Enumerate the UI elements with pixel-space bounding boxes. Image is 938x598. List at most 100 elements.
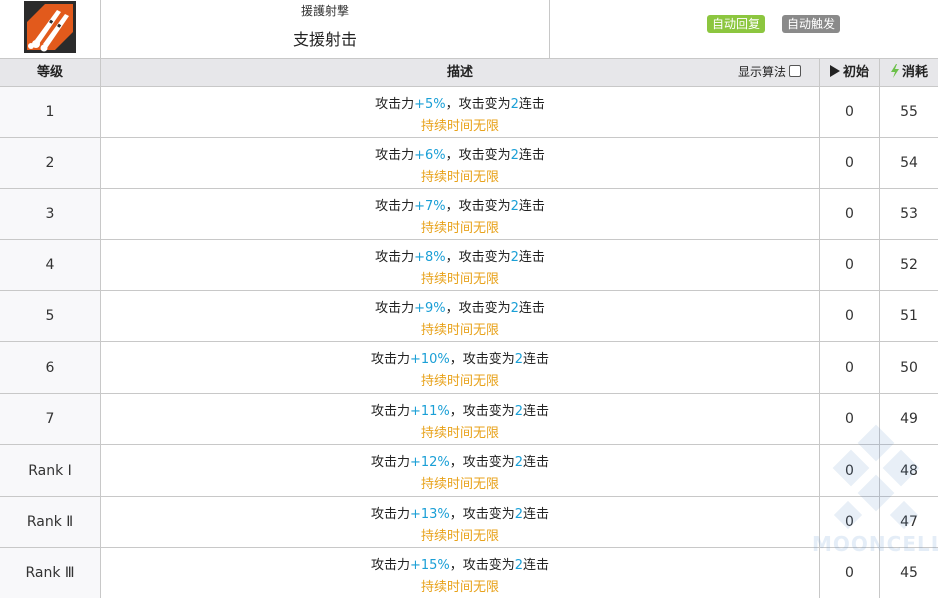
duration-text: 持续时间无限 bbox=[420, 272, 499, 287]
table-row: Rank Ⅲ 攻击力+15%，攻击变为2连击 持续时间无限 0 45 bbox=[0, 548, 938, 598]
skill-name-cell: 援護射撃 支援射击 bbox=[101, 0, 550, 58]
atk-prefix: 攻击力 bbox=[375, 301, 415, 316]
table-row: 5 攻击力+9%，攻击变为2连击 持续时间无限 0 51 bbox=[0, 291, 938, 342]
skill-name-cn: 支援射击 bbox=[292, 30, 357, 49]
duration-text: 持续时间无限 bbox=[420, 529, 499, 544]
hit-suffix: 连击 bbox=[523, 455, 550, 470]
description-cell: 攻击力+15%，攻击变为2连击 持续时间无限 bbox=[101, 548, 820, 598]
hit-suffix: 连击 bbox=[518, 97, 545, 112]
atk-prefix: 攻击力 bbox=[370, 404, 410, 419]
atk-mid: ，攻击变为 bbox=[445, 148, 511, 163]
atk-mid: ，攻击变为 bbox=[449, 455, 515, 470]
table-row: Rank Ⅰ 攻击力+12%，攻击变为2连击 持续时间无限 0 48 bbox=[0, 445, 938, 497]
table-row: 7 攻击力+11%，攻击变为2连击 持续时间无限 0 49 bbox=[0, 394, 938, 445]
initial-sp-cell: 0 bbox=[820, 342, 880, 393]
atk-mid: ，攻击变为 bbox=[449, 507, 515, 522]
column-header-level: 等级 bbox=[0, 59, 101, 86]
table-row: 6 攻击力+10%，攻击变为2连击 持续时间无限 0 50 bbox=[0, 342, 938, 394]
hit-count: 2 bbox=[514, 352, 524, 367]
column-header-description: 描述 bbox=[101, 59, 820, 86]
level-cell: 3 bbox=[0, 189, 101, 239]
play-icon bbox=[829, 65, 840, 77]
level-cell: Rank Ⅲ bbox=[0, 548, 101, 598]
atk-prefix: 攻击力 bbox=[370, 558, 410, 573]
skill-icon-rocket bbox=[24, 1, 76, 53]
hit-suffix: 连击 bbox=[518, 199, 545, 214]
table-row: Rank Ⅱ 攻击力+13%，攻击变为2连击 持续时间无限 0 47 bbox=[0, 497, 938, 548]
atk-value: +8% bbox=[414, 250, 446, 265]
table-row: 4 攻击力+8%，攻击变为2连击 持续时间无限 0 52 bbox=[0, 240, 938, 291]
table-header: 等级 描述 显示算法 初始 消耗 bbox=[0, 59, 938, 87]
atk-value: +5% bbox=[414, 97, 446, 112]
sp-cost-cell: 52 bbox=[900, 257, 918, 273]
atk-prefix: 攻击力 bbox=[375, 250, 415, 265]
level-cell: 6 bbox=[0, 342, 101, 393]
atk-value: +10% bbox=[409, 352, 450, 367]
atk-prefix: 攻击力 bbox=[375, 199, 415, 214]
show-formula-checkbox[interactable] bbox=[789, 65, 802, 77]
table-row: 3 攻击力+7%，攻击变为2连击 持续时间无限 0 53 bbox=[0, 189, 938, 240]
skill-icon-cell bbox=[0, 0, 101, 58]
atk-mid: ，攻击变为 bbox=[449, 404, 515, 419]
atk-mid: ，攻击变为 bbox=[449, 558, 515, 573]
initial-sp-cell: 0 bbox=[820, 291, 880, 341]
duration-text: 持续时间无限 bbox=[420, 426, 499, 441]
initial-sp-cell: 0 bbox=[820, 240, 880, 290]
sp-cost-cell: 54 bbox=[900, 155, 918, 171]
trigger-type-badge: 自动触发 bbox=[782, 15, 841, 33]
description-cell: 攻击力+12%，攻击变为2连击 持续时间无限 bbox=[101, 445, 820, 496]
description-cell: 攻击力+10%，攻击变为2连击 持续时间无限 bbox=[101, 342, 820, 393]
duration-text: 持续时间无限 bbox=[420, 119, 499, 134]
description-cell: 攻击力+13%，攻击变为2连击 持续时间无限 bbox=[101, 497, 820, 547]
level-cell: Rank Ⅱ bbox=[0, 497, 101, 547]
column-header-initial: 初始 bbox=[820, 59, 880, 86]
column-header-initial-label: 初始 bbox=[842, 65, 869, 80]
hit-count: 2 bbox=[510, 250, 519, 265]
table-row: 1 攻击力+5%，攻击变为2连击 持续时间无限 0 55 bbox=[0, 87, 938, 138]
show-formula-label: 显示算法 bbox=[738, 65, 787, 79]
duration-text: 持续时间无限 bbox=[420, 477, 499, 492]
atk-value: +13% bbox=[409, 507, 450, 522]
atk-prefix: 攻击力 bbox=[370, 455, 410, 470]
atk-prefix: 攻击力 bbox=[375, 148, 415, 163]
description-cell: 攻击力+9%，攻击变为2连击 持续时间无限 bbox=[101, 291, 820, 341]
atk-mid: ，攻击变为 bbox=[449, 352, 515, 367]
duration-text: 持续时间无限 bbox=[420, 580, 499, 595]
description-cell: 攻击力+11%，攻击变为2连击 持续时间无限 bbox=[101, 394, 820, 444]
show-formula-toggle[interactable]: 显示算法 bbox=[738, 59, 818, 86]
skill-name-jp: 援護射撃 bbox=[300, 4, 349, 18]
description-cell: 攻击力+8%，攻击变为2连击 持续时间无限 bbox=[101, 240, 820, 290]
level-cell: 5 bbox=[0, 291, 101, 341]
atk-value: +9% bbox=[414, 301, 446, 316]
level-cell: 4 bbox=[0, 240, 101, 290]
lightning-icon bbox=[890, 64, 899, 78]
hit-count: 2 bbox=[514, 404, 524, 419]
sp-cost-cell: 50 bbox=[900, 359, 918, 376]
atk-value: +15% bbox=[409, 558, 450, 573]
hit-suffix: 连击 bbox=[518, 250, 545, 265]
initial-sp-cell: 0 bbox=[820, 138, 880, 188]
atk-mid: ，攻击变为 bbox=[445, 250, 511, 265]
hit-count: 2 bbox=[514, 455, 524, 470]
level-cell: 2 bbox=[0, 138, 101, 188]
duration-text: 持续时间无限 bbox=[420, 323, 499, 338]
initial-sp-cell: 0 bbox=[820, 445, 880, 496]
skill-table: 援護射撃 支援射击 自动回复 自动触发 等级 描述 显示算法 初始 消耗 1 攻… bbox=[0, 0, 938, 598]
atk-value: +11% bbox=[409, 404, 450, 419]
column-header-cost: 消耗 bbox=[880, 59, 938, 86]
sp-cost-cell: 51 bbox=[900, 308, 918, 324]
sp-recovery-badge: 自动回复 bbox=[707, 15, 766, 33]
atk-value: +12% bbox=[409, 455, 450, 470]
level-cell: 7 bbox=[0, 394, 101, 444]
hit-suffix: 连击 bbox=[523, 404, 550, 419]
sp-cost-cell: 49 bbox=[900, 411, 918, 427]
level-cell: Rank Ⅰ bbox=[0, 445, 101, 496]
duration-text: 持续时间无限 bbox=[420, 374, 499, 389]
hit-suffix: 连击 bbox=[523, 558, 550, 573]
atk-mid: ，攻击变为 bbox=[445, 199, 511, 214]
initial-sp-cell: 0 bbox=[820, 394, 880, 444]
hit-suffix: 连击 bbox=[518, 301, 545, 316]
level-cell: 1 bbox=[0, 87, 101, 137]
description-cell: 攻击力+6%，攻击变为2连击 持续时间无限 bbox=[101, 138, 820, 188]
sp-cost-cell: 53 bbox=[900, 206, 918, 222]
